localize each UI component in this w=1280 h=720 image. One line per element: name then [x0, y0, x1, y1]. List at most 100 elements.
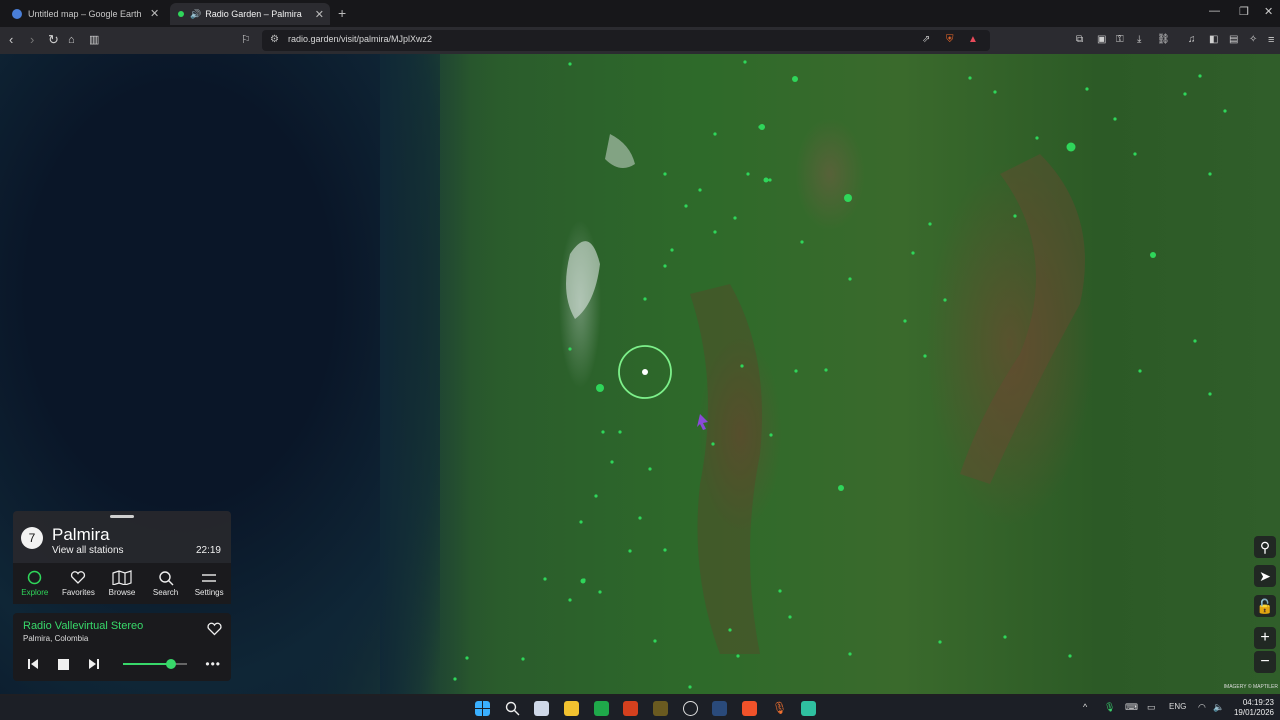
- key-icon[interactable]: ⚿: [1116, 32, 1124, 48]
- nav-explore[interactable]: Explore: [13, 563, 57, 604]
- new-tab-button[interactable]: +: [338, 5, 346, 21]
- keyboard-icon[interactable]: ⌨: [1125, 702, 1138, 713]
- close-window-button[interactable]: ✕: [1264, 5, 1273, 18]
- station-dot: [663, 264, 667, 268]
- archive-app-icon[interactable]: [653, 701, 668, 716]
- brave-browser-icon[interactable]: [742, 701, 757, 716]
- more-options-button[interactable]: •••: [205, 657, 221, 671]
- reload-button[interactable]: ↻: [48, 32, 59, 48]
- microphone-app-icon[interactable]: 🎙: [772, 701, 787, 716]
- windows-start-icon[interactable]: [475, 701, 490, 716]
- nav-browse[interactable]: Browse: [100, 563, 144, 604]
- station-dot: [653, 639, 657, 643]
- station-name[interactable]: Radio Vallevirtual Stereo: [23, 620, 143, 632]
- share-icon[interactable]: ⇗: [922, 34, 930, 45]
- volume-icon[interactable]: 🔈: [1213, 702, 1224, 713]
- bookmark-icon[interactable]: ⚐: [241, 32, 251, 48]
- wallet-panel-icon[interactable]: ▤: [1229, 32, 1238, 48]
- view-all-stations-link[interactable]: View all stations: [52, 545, 124, 556]
- stop-button[interactable]: [58, 659, 69, 670]
- nav-settings[interactable]: Settings: [187, 563, 231, 604]
- windows-taskbar: 🎙 ^ 🎙 ⌨ ▭ ENG ◠ 🔈 04:19:23 19/01/2026: [0, 696, 1280, 720]
- wifi-icon[interactable]: ◠: [1198, 702, 1206, 713]
- minimize-button[interactable]: —: [1209, 5, 1220, 17]
- station-dot: [638, 516, 642, 520]
- display-icon[interactable]: ▭: [1147, 702, 1156, 713]
- station-dot: [993, 90, 997, 94]
- leo-ai-icon[interactable]: ✧: [1249, 32, 1257, 48]
- chat-app-icon[interactable]: [801, 701, 816, 716]
- station-dot: [643, 297, 647, 301]
- explore-icon: [28, 570, 42, 585]
- station-dot: [713, 230, 717, 234]
- tab-radio-garden[interactable]: 🔊 Radio Garden – Palmira ✕: [170, 3, 330, 25]
- globe-view-button[interactable]: ⚲: [1254, 536, 1276, 558]
- taskbar-search-icon[interactable]: [505, 701, 520, 716]
- station-dot: [740, 364, 744, 368]
- sidebar-toggle-button[interactable]: ▥: [89, 32, 99, 48]
- spreadsheet-app-icon[interactable]: [594, 701, 609, 716]
- chatgpt-icon[interactable]: [683, 701, 698, 716]
- station-dot: [743, 60, 747, 64]
- url-text[interactable]: radio.garden/visit/palmira/MJplXwz2: [288, 34, 432, 44]
- station-dot: [911, 251, 915, 255]
- volume-knob[interactable]: [166, 659, 176, 669]
- lock-button[interactable]: 🔓: [1254, 595, 1276, 617]
- station-count-badge: 7: [21, 527, 43, 549]
- station-dot: [618, 430, 622, 434]
- task-view-icon[interactable]: [534, 701, 549, 716]
- station-dot-large: [759, 124, 765, 130]
- zoom-in-button[interactable]: +: [1254, 627, 1276, 649]
- panel-header[interactable]: 7 Palmira View all stations 22:19: [13, 511, 231, 563]
- station-dot: [1208, 172, 1212, 176]
- tray-overflow-icon[interactable]: ^: [1083, 702, 1087, 712]
- favorite-heart-icon[interactable]: [207, 622, 222, 636]
- system-clock[interactable]: 04:19:23 19/01/2026: [1234, 698, 1274, 718]
- extensions-icon[interactable]: ⧉: [1076, 32, 1083, 48]
- station-dot: [1003, 635, 1007, 639]
- station-dot: [521, 657, 525, 661]
- clock-time: 04:19:23: [1242, 698, 1274, 707]
- station-dot: [670, 248, 674, 252]
- next-icon[interactable]: [88, 658, 100, 670]
- site-info-icon[interactable]: ⚙: [270, 34, 279, 45]
- link-icon[interactable]: ⛓: [1157, 32, 1170, 48]
- station-dot: [788, 615, 792, 619]
- sidebar-icon[interactable]: ◧: [1209, 32, 1218, 48]
- restore-button[interactable]: ❐: [1239, 5, 1249, 18]
- address-bar[interactable]: ⚙ radio.garden/visit/palmira/MJplXwz2 ⇗ …: [262, 30, 990, 51]
- language-indicator[interactable]: ENG: [1169, 702, 1186, 711]
- wallet-icon[interactable]: ▣: [1097, 32, 1106, 48]
- download-icon[interactable]: ⤓: [1137, 32, 1141, 48]
- brave-shields-icon[interactable]: ⛨: [946, 34, 954, 45]
- main-menu-icon[interactable]: ≡: [1268, 32, 1274, 48]
- station-dot: [684, 204, 688, 208]
- file-explorer-icon[interactable]: [564, 701, 579, 716]
- mic-in-use-icon[interactable]: 🎙: [1104, 702, 1115, 713]
- h-app-icon[interactable]: [623, 701, 638, 716]
- station-dot: [465, 656, 469, 660]
- station-dot-large: [838, 485, 844, 491]
- drag-handle[interactable]: [110, 515, 134, 518]
- station-dot: [543, 577, 547, 581]
- nav-favorites[interactable]: Favorites: [57, 563, 101, 604]
- brave-rewards-icon[interactable]: ▲: [968, 34, 978, 45]
- home-button[interactable]: ⌂: [68, 32, 75, 48]
- nav-search[interactable]: Search: [144, 563, 188, 604]
- game-app-icon[interactable]: [712, 701, 727, 716]
- tab-google-earth[interactable]: Untitled map – Google Earth: [4, 3, 166, 25]
- previous-icon[interactable]: [27, 658, 39, 670]
- zoom-out-button[interactable]: −: [1254, 651, 1276, 673]
- music-icon[interactable]: ♫: [1188, 32, 1196, 48]
- volume-slider[interactable]: [123, 659, 187, 669]
- nav-label: Explore: [21, 588, 49, 597]
- locate-me-button[interactable]: ➤: [1254, 565, 1276, 587]
- forward-button[interactable]: ›: [30, 32, 34, 48]
- station-dot: [923, 354, 927, 358]
- cloud-patch: [605, 134, 635, 168]
- tab-close-icon[interactable]: ✕: [315, 8, 324, 21]
- back-button[interactable]: ‹: [9, 32, 13, 48]
- station-dot-large: [580, 578, 586, 584]
- tab-close-icon[interactable]: ✕: [150, 7, 159, 20]
- station-dot: [1133, 152, 1137, 156]
